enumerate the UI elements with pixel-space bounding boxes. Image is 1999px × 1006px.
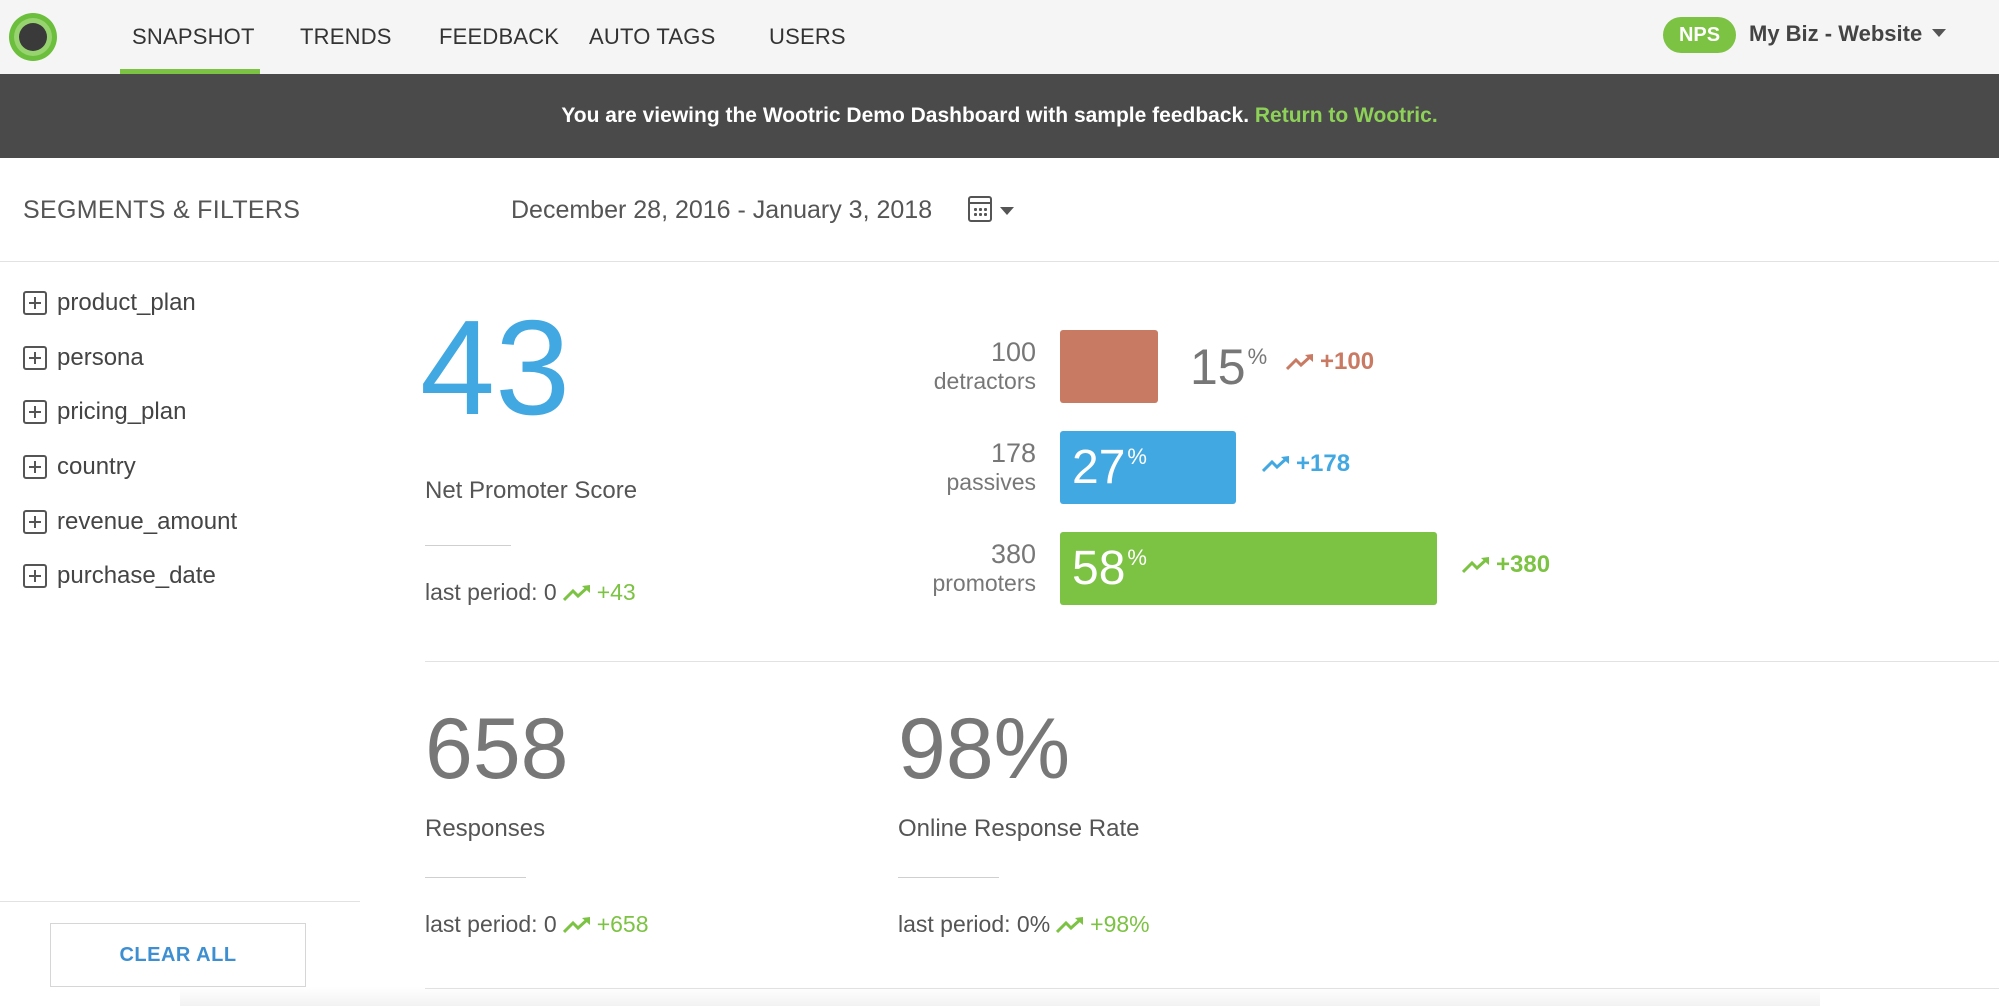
divider [898, 877, 999, 878]
filters-sidebar: product_plan persona pricing_plan countr… [0, 262, 360, 1006]
percent-sign: % [1127, 545, 1147, 570]
tab-users[interactable]: USERS [769, 24, 846, 50]
passives-pct-value: 27 [1072, 441, 1126, 494]
top-nav: SNAPSHOT TRENDS FEEDBACK AUTO TAGS USERS… [0, 0, 1999, 74]
filter-label: revenue_amount [57, 508, 238, 535]
promoters-count: 380 promoters [896, 539, 1036, 596]
clear-all-button[interactable]: CLEAR ALL [50, 923, 306, 987]
trend-up-icon [1286, 354, 1313, 371]
promoters-number: 380 [990, 539, 1036, 569]
plus-icon [23, 291, 47, 315]
nps-score: 43 [420, 292, 571, 443]
promoters-label: promoters [932, 570, 1036, 597]
percent-sign: % [1247, 344, 1268, 369]
caret-down-icon [1000, 207, 1014, 215]
detractors-percent: 15% [1190, 342, 1267, 392]
passives-label: passives [946, 469, 1036, 496]
filter-label: pricing_plan [57, 398, 187, 425]
percent-sign: % [1127, 444, 1147, 469]
divider [425, 545, 511, 546]
response-rate-last-period: last period: 0% +98% [898, 911, 1150, 938]
response-rate-value: 98% [898, 701, 1071, 797]
last-period-text: last period: 0 [425, 911, 557, 937]
filter-label: persona [57, 344, 144, 371]
site-selector[interactable]: My Biz - Website [1749, 21, 1947, 47]
plus-icon [23, 510, 47, 534]
responses-label: Responses [425, 815, 546, 842]
segments-filters-title: SEGMENTS & FILTERS [23, 196, 301, 224]
detractors-count: 100 detractors [896, 337, 1036, 394]
promoters-delta: +380 [1462, 551, 1550, 579]
trend-up-icon [1056, 916, 1084, 933]
filter-persona[interactable]: persona [23, 342, 144, 374]
detractors-delta-value: +100 [1320, 348, 1375, 375]
tab-trends[interactable]: TRENDS [300, 24, 392, 50]
demo-banner: You are viewing the Wootric Demo Dashboa… [0, 74, 1999, 158]
plus-icon [23, 455, 47, 479]
responses-delta: +658 [596, 911, 649, 937]
detractors-bar[interactable] [1060, 330, 1158, 403]
section-divider [425, 661, 1999, 662]
response-rate-label: Online Response Rate [898, 815, 1140, 842]
passives-count: 178 passives [896, 438, 1036, 495]
sidebar-divider [0, 901, 360, 902]
filter-label: purchase_date [57, 562, 216, 589]
promoters-pct-value: 58 [1072, 542, 1126, 595]
nps-last-period: last period: 0 +43 [425, 579, 636, 606]
trend-up-icon [1462, 557, 1489, 574]
chevron-down-icon [1932, 29, 1947, 38]
promoters-bar[interactable]: 58% [1060, 532, 1437, 605]
passives-delta-value: +178 [1296, 450, 1351, 477]
promoters-percent: 58% [1072, 545, 1147, 593]
tab-auto-tags[interactable]: AUTO TAGS [589, 24, 716, 50]
filter-revenue-amount[interactable]: revenue_amount [23, 506, 237, 538]
responses-last-period: last period: 0 +658 [425, 911, 649, 938]
passives-delta: +178 [1262, 450, 1350, 478]
responses-count: 658 [425, 701, 569, 797]
promoters-delta-value: +380 [1496, 551, 1551, 578]
last-period-text: last period: 0 [425, 579, 557, 605]
detractors-delta: +100 [1286, 348, 1374, 376]
nps-badge[interactable]: NPS [1663, 17, 1736, 53]
last-period-text: last period: 0% [898, 911, 1051, 937]
plus-icon [23, 564, 47, 588]
filter-product-plan[interactable]: product_plan [23, 287, 196, 319]
tab-snapshot[interactable]: SNAPSHOT [132, 24, 255, 50]
passives-bar[interactable]: 27% [1060, 431, 1236, 504]
banner-text: You are viewing the Wootric Demo Dashboa… [561, 104, 1250, 127]
calendar-icon [968, 196, 992, 222]
date-range[interactable]: December 28, 2016 - January 3, 2018 [511, 196, 932, 225]
detractors-number: 100 [990, 337, 1036, 367]
detractors-pct-value: 15 [1190, 339, 1246, 395]
date-picker-button[interactable] [968, 196, 1020, 226]
wootric-logo[interactable] [9, 13, 57, 61]
trend-up-icon [562, 584, 590, 601]
trend-up-icon [562, 916, 590, 933]
nps-label: Net Promoter Score [425, 477, 638, 504]
filter-label: product_plan [57, 289, 196, 316]
response-rate-delta: +98% [1090, 911, 1150, 937]
divider [425, 877, 526, 878]
plus-icon [23, 400, 47, 424]
tab-feedback[interactable]: FEEDBACK [439, 24, 559, 50]
return-link[interactable]: Return to Wootric. [1255, 104, 1438, 127]
passives-number: 178 [990, 438, 1036, 468]
site-selector-label: My Biz - Website [1749, 21, 1923, 46]
filters-header: SEGMENTS & FILTERS December 28, 2016 - J… [0, 158, 1999, 262]
filter-country[interactable]: country [23, 451, 136, 483]
filter-pricing-plan[interactable]: pricing_plan [23, 396, 186, 428]
filter-label: country [57, 453, 136, 480]
filter-purchase-date[interactable]: purchase_date [23, 560, 216, 592]
nps-delta: +43 [596, 579, 636, 605]
detractors-label: detractors [933, 368, 1036, 395]
trend-up-icon [1262, 456, 1289, 473]
passives-percent: 27% [1072, 444, 1147, 492]
bottom-shadow [180, 986, 1820, 1006]
plus-icon [23, 346, 47, 370]
